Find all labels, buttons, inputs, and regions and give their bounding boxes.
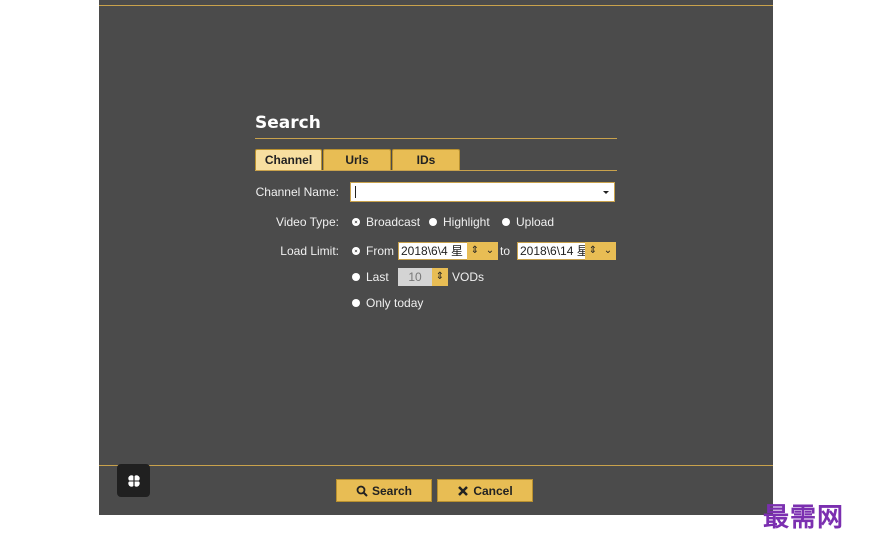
watermark: 最需网 [763,503,845,533]
close-icon [458,485,469,496]
option-highlight-label: Highlight [443,215,490,229]
channel-name-label: Channel Name: [255,185,339,199]
video-type-label: Video Type: [276,215,339,229]
tab-urls[interactable]: Urls [323,149,391,170]
tab-channel[interactable]: Channel [255,149,322,170]
radio-only-today[interactable] [352,299,360,307]
search-button[interactable]: Search [336,479,432,502]
channel-name-combobox[interactable] [350,182,615,202]
from-date-dropdown[interactable]: ⌄ [482,242,498,260]
chevron-down-icon[interactable] [603,191,609,194]
channel-name-row: Channel Name: [255,181,617,203]
search-icon [356,485,368,497]
radio-last[interactable] [352,273,360,281]
title-divider [255,138,617,139]
from-date-input[interactable]: 2018\6\4 星 [398,242,468,260]
dialog-title: Search [255,113,321,133]
brain-icon-button[interactable] [117,464,150,497]
only-today-label: Only today [366,296,424,310]
video-type-row: Video Type: Broadcast Highlight Upload [255,211,617,233]
to-date-dropdown[interactable]: ⌄ [600,242,616,260]
last-label: Last [366,270,389,284]
from-label: From [366,244,394,258]
to-date-spinner[interactable]: ⇕ [585,242,601,260]
search-dialog-window: Search Channel Urls IDs Channel Name: Vi… [99,0,773,515]
option-upload-label: Upload [516,215,555,229]
cancel-button-label: Cancel [473,483,513,498]
text-cursor [355,186,356,198]
radio-from[interactable] [352,247,360,255]
last-count-spinner[interactable]: ⇕ [432,268,448,286]
vods-label: VODs [452,270,485,284]
load-limit-from-row: Load Limit: From 2018\6\4 星 ⇕ ⌄ to 2018\… [255,240,617,262]
from-date-spinner[interactable]: ⇕ [467,242,483,260]
load-limit-label: Load Limit: [280,244,339,258]
last-count-input[interactable]: 10 [398,268,432,286]
option-broadcast-label: Broadcast [366,215,421,229]
to-date-input[interactable]: 2018\6\14 星 [517,242,587,260]
load-limit-today-row: Only today [255,292,617,314]
load-limit-last-row: Last 10 ⇕ VODs [255,266,617,288]
brain-icon [127,474,140,487]
to-label: to [500,244,511,258]
tab-bar: Channel Urls IDs [255,149,617,171]
top-divider [99,5,773,6]
radio-broadcast[interactable] [352,218,360,226]
search-button-label: Search [371,483,413,498]
radio-upload[interactable] [502,218,510,226]
bottom-divider [99,465,773,466]
tab-ids[interactable]: IDs [392,149,460,170]
search-panel: Search Channel Urls IDs Channel Name: Vi… [255,112,617,310]
radio-highlight[interactable] [429,218,437,226]
tabs-divider [255,170,617,171]
cancel-button[interactable]: Cancel [437,479,533,502]
